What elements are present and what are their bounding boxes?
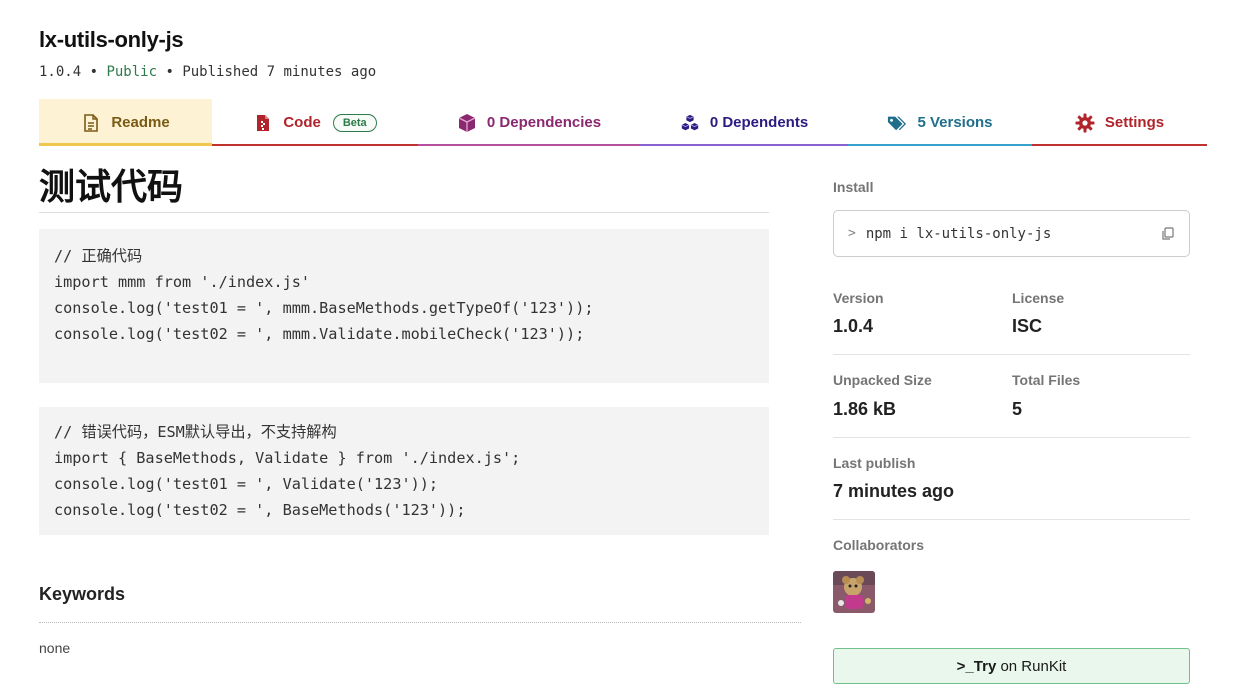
collaborator-avatar[interactable]	[833, 571, 875, 613]
license-label: License	[1012, 290, 1065, 306]
code-line: console.log('test02 = ', BaseMethods('12…	[54, 501, 466, 519]
code-block: // 错误代码，ESM默认导出，不支持解构 import { BaseMetho…	[39, 407, 769, 535]
sidebar-divider	[833, 437, 1190, 438]
install-command[interactable]: npm i lx-utils-only-js	[866, 226, 1161, 242]
runkit-prompt-icon: >_	[956, 657, 974, 675]
runkit-suffix-label: on RunKit	[996, 657, 1067, 675]
beta-badge: Beta	[332, 113, 377, 132]
code-line: console.log('test02 = ', mmm.Validate.mo…	[54, 325, 585, 343]
readme-heading: 测试代码	[39, 158, 769, 213]
tab-dependents[interactable]: 0 Dependents	[640, 99, 848, 146]
sidebar-divider	[833, 354, 1190, 355]
version-label: Version	[833, 290, 884, 306]
code-file-icon	[253, 113, 273, 133]
collaborators-label: Collaborators	[833, 537, 925, 553]
code-line: console.log('test01 = ', mmm.BaseMethods…	[54, 299, 594, 317]
sidebar-divider	[833, 519, 1190, 520]
tab-label: 5 Versions	[917, 114, 993, 131]
unpacked-size-value: 1.86 kB	[833, 399, 897, 419]
code-line: console.log('test01 = ', Validate('123')…	[54, 475, 439, 493]
keywords-value: none	[39, 640, 71, 656]
cubes-icon	[680, 113, 700, 133]
package-version: 1.0.4	[39, 64, 82, 80]
published-time: Published 7 minutes ago	[182, 64, 377, 80]
install-label: Install	[833, 179, 874, 195]
visibility-label: Public	[106, 64, 158, 80]
tab-code[interactable]: Code Beta	[212, 99, 418, 146]
unpacked-size-label: Unpacked Size	[833, 372, 932, 388]
meta-separator: •	[81, 64, 107, 80]
keywords-divider	[39, 622, 801, 623]
code-line: // 错误代码，ESM默认导出，不支持解构	[54, 423, 337, 441]
last-publish-label: Last publish	[833, 455, 916, 471]
code-line: import { BaseMethods, Validate } from '.…	[54, 449, 521, 467]
keywords-title: Keywords	[39, 584, 126, 604]
tab-label: 0 Dependencies	[486, 114, 602, 131]
package-meta: 1.0.4 • Public • Published 7 minutes ago	[39, 64, 376, 80]
tab-label: Settings	[1104, 114, 1165, 131]
last-publish-value: 7 minutes ago	[833, 481, 955, 501]
total-files-value: 5	[1012, 399, 1023, 419]
version-value: 1.0.4	[833, 316, 874, 336]
tab-label: 0 Dependents	[709, 114, 809, 131]
tags-icon	[887, 113, 907, 133]
tab-label: Readme	[111, 114, 170, 131]
runkit-try-label: Try	[973, 657, 997, 675]
tab-readme[interactable]: Readme	[39, 99, 212, 146]
gear-icon	[1075, 113, 1095, 133]
try-on-runkit-button[interactable]: >_ Try on RunKit	[833, 648, 1190, 684]
prompt-chevron-icon: >	[848, 226, 856, 241]
code-line: import mmm from './index.js'	[54, 273, 311, 291]
tab-label: Code	[283, 114, 321, 131]
license-value: ISC	[1012, 316, 1043, 336]
tab-dependencies[interactable]: 0 Dependencies	[418, 99, 640, 146]
code-line: // 正确代码	[54, 247, 143, 265]
tab-settings[interactable]: Settings	[1032, 99, 1207, 146]
cube-icon	[457, 113, 477, 133]
install-command-box[interactable]: > npm i lx-utils-only-js	[833, 210, 1190, 257]
total-files-label: Total Files	[1012, 372, 1081, 388]
package-tabs: Readme Code Beta 0 Dependencies 0 Depend…	[39, 99, 1207, 146]
tab-versions[interactable]: 5 Versions	[848, 99, 1032, 146]
code-block: // 正确代码 import mmm from './index.js' con…	[39, 229, 769, 383]
copy-icon[interactable]	[1161, 226, 1175, 241]
meta-separator: •	[157, 64, 183, 80]
package-title: lx-utils-only-js	[39, 27, 184, 52]
readme-file-icon	[81, 113, 101, 133]
